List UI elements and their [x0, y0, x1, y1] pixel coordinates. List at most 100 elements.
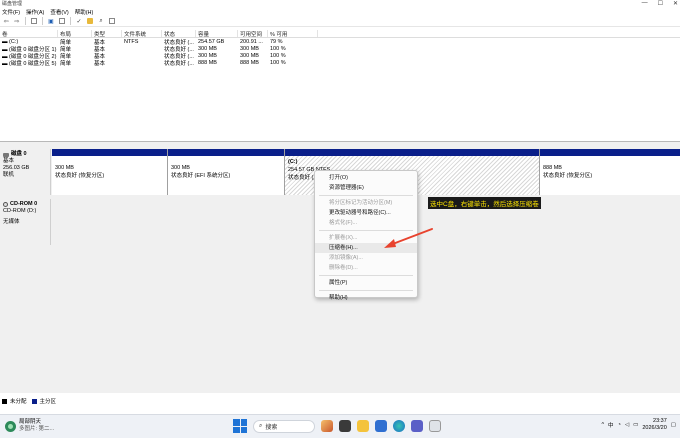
file-explorer-icon[interactable]: [357, 420, 369, 432]
table-cell: 100 %: [270, 52, 286, 59]
menu-view[interactable]: 查看(V): [50, 8, 68, 16]
partition-color-bar: [52, 149, 167, 156]
search-icon: ⌕: [259, 422, 263, 429]
column-header[interactable]: 容量: [196, 30, 238, 37]
toolbar: ⇦ ⇨ ▣ ✓ ⌕: [0, 16, 680, 27]
table-cell: 基本: [94, 60, 106, 67]
disk-0-label[interactable]: 磁盘 0 基本 256.03 GB 联机: [0, 149, 51, 195]
cdrom-drive: CD-ROM (D:): [3, 208, 37, 214]
partition-status: 状态良好 (恢复分区): [543, 173, 593, 179]
weather-subtitle: 多图片: 第二...: [19, 426, 55, 432]
column-header[interactable]: 状态: [162, 30, 196, 37]
mail-icon[interactable]: [375, 420, 387, 432]
chevron-up-icon[interactable]: ^: [601, 422, 604, 428]
disk-name: 磁盘 0: [11, 151, 27, 157]
table-cell: 100 %: [270, 59, 286, 66]
column-header[interactable]: 文件系统: [122, 30, 162, 37]
close-button[interactable]: ✕: [673, 0, 678, 7]
menu-item-properties[interactable]: 属性(P): [315, 278, 417, 288]
list-view-icon[interactable]: [58, 17, 66, 25]
back-arrow-icon[interactable]: ⇦: [2, 17, 10, 25]
menu-divider: [319, 195, 413, 196]
volume-name: ▬ (磁盘 0 磁盘分区 5): [2, 60, 57, 67]
ime-language[interactable]: 中: [608, 421, 614, 429]
taskbar-apps: ⌕ 搜索: [233, 419, 441, 433]
cdrom-name: CD-ROM 0: [10, 201, 38, 207]
partition-status: 状态良好 (恢复分区): [55, 173, 105, 179]
folder-icon[interactable]: [86, 17, 94, 25]
disk-management-icon[interactable]: [429, 420, 441, 432]
legend-swatch-unallocated: [2, 398, 7, 404]
column-header[interactable]: 可用空间: [238, 30, 268, 37]
menu-item-open[interactable]: 打开(O): [315, 173, 417, 183]
disk-status: 联机: [3, 172, 15, 178]
table-cell: 79 %: [270, 38, 283, 45]
partition-color-bar: [540, 149, 680, 156]
battery-icon[interactable]: ▭: [633, 422, 638, 428]
notification-icon[interactable]: ▢: [671, 422, 676, 428]
store-icon[interactable]: [411, 420, 423, 432]
console-tree-icon[interactable]: [30, 17, 38, 25]
table-cell: 300 MB: [240, 52, 259, 59]
table-cell: 300 MB: [198, 52, 217, 59]
clock[interactable]: 23:37 2026/3/20: [642, 418, 666, 432]
weather-title: 局部阴天: [19, 419, 42, 425]
table-cell: 状态良好 (...: [164, 60, 194, 67]
menu-file[interactable]: 文件(F): [2, 8, 20, 16]
menu-action[interactable]: 操作(A): [26, 8, 44, 16]
table-cell: 254.57 GB: [198, 38, 225, 45]
column-header[interactable]: 卷: [0, 30, 58, 37]
pointer-arrow-icon: [384, 228, 433, 248]
legend: 未分配 主分区: [0, 397, 680, 405]
column-header[interactable]: 类型: [92, 30, 122, 37]
toolbar-divider: [70, 17, 71, 25]
partition-recovery-1[interactable]: 300 MB 状态良好 (恢复分区): [52, 149, 168, 195]
menu-item-explorer[interactable]: 资源管理器(E): [315, 183, 417, 193]
taskbar-search-box[interactable]: ⌕ 搜索: [253, 419, 315, 433]
volume-icon[interactable]: ◁: [625, 422, 629, 428]
cdrom-0-label[interactable]: CD-ROM 0 CD-ROM (D:) 无媒体: [0, 199, 51, 245]
legend-label: 主分区: [39, 399, 57, 405]
properties-icon[interactable]: [108, 17, 116, 25]
disk-size: 256.03 GB: [3, 165, 30, 171]
network-icon[interactable]: ◔: [618, 422, 621, 428]
weather-widget[interactable]: 局部阴天 多图片: 第二...: [5, 419, 54, 433]
table-cell: 简单: [60, 60, 72, 67]
column-header[interactable]: 布局: [58, 30, 92, 37]
widget-icon[interactable]: [321, 420, 333, 432]
weather-icon: [5, 420, 16, 432]
partition-recovery-5[interactable]: 888 MB 状态良好 (恢复分区): [540, 149, 680, 195]
task-view-icon[interactable]: [339, 420, 351, 432]
clock-time: 23:37: [653, 418, 667, 424]
maximize-button[interactable]: ☐: [658, 0, 663, 7]
cd-drive-icon: [3, 202, 8, 207]
edge-icon[interactable]: [393, 420, 405, 432]
help-book-icon[interactable]: ▣: [47, 17, 55, 25]
menu-help[interactable]: 帮助(H): [75, 8, 94, 16]
legend-label: 未分配: [10, 399, 27, 405]
table-cell: 888 MB: [240, 59, 259, 66]
minimize-button[interactable]: —: [642, 0, 648, 7]
menu-bar: 文件(F) 操作(A) 查看(V) 帮助(H): [0, 7, 680, 16]
check-icon[interactable]: ✓: [75, 17, 83, 25]
menu-divider: [319, 275, 413, 276]
search-icon[interactable]: ⌕: [97, 17, 105, 25]
hard-disk-icon: [3, 152, 9, 157]
menu-item-add-mirror: 添加镜像(A)...: [329, 255, 363, 261]
title-bar: 磁盘管理 — ☐ ✕: [0, 0, 680, 7]
menu-item-help[interactable]: 帮助(H): [315, 293, 417, 303]
legend-swatch-primary: [31, 398, 37, 404]
table-row[interactable]: ▬ (磁盘 0 磁盘分区 5) 简单 基本 状态良好 (... 888 MB 8…: [0, 59, 680, 67]
taskbar: 局部阴天 多图片: 第二... ⌕ 搜索 ^ 中 ◔ ◁ ▭ 23:37 202…: [0, 414, 680, 438]
partition-efi[interactable]: 300 MB 状态良好 (EFI 系统分区): [168, 149, 285, 195]
table-cell: 200.91 ...: [240, 38, 263, 45]
clock-date: 2026/3/20: [642, 425, 667, 431]
forward-arrow-icon[interactable]: ⇨: [13, 17, 21, 25]
windows-start-icon[interactable]: [233, 419, 247, 433]
menu-item-change-drive-letter[interactable]: 更改驱动器号和路径(C)...: [315, 208, 417, 218]
column-header[interactable]: % 可用: [268, 30, 318, 37]
disk-type: 基本: [3, 158, 15, 164]
cdrom-media: 无媒体: [3, 219, 20, 225]
window-title: 磁盘管理: [2, 1, 23, 7]
instruction-annotation: 选中C盘，右键单击，然后选择压缩卷: [428, 197, 541, 209]
